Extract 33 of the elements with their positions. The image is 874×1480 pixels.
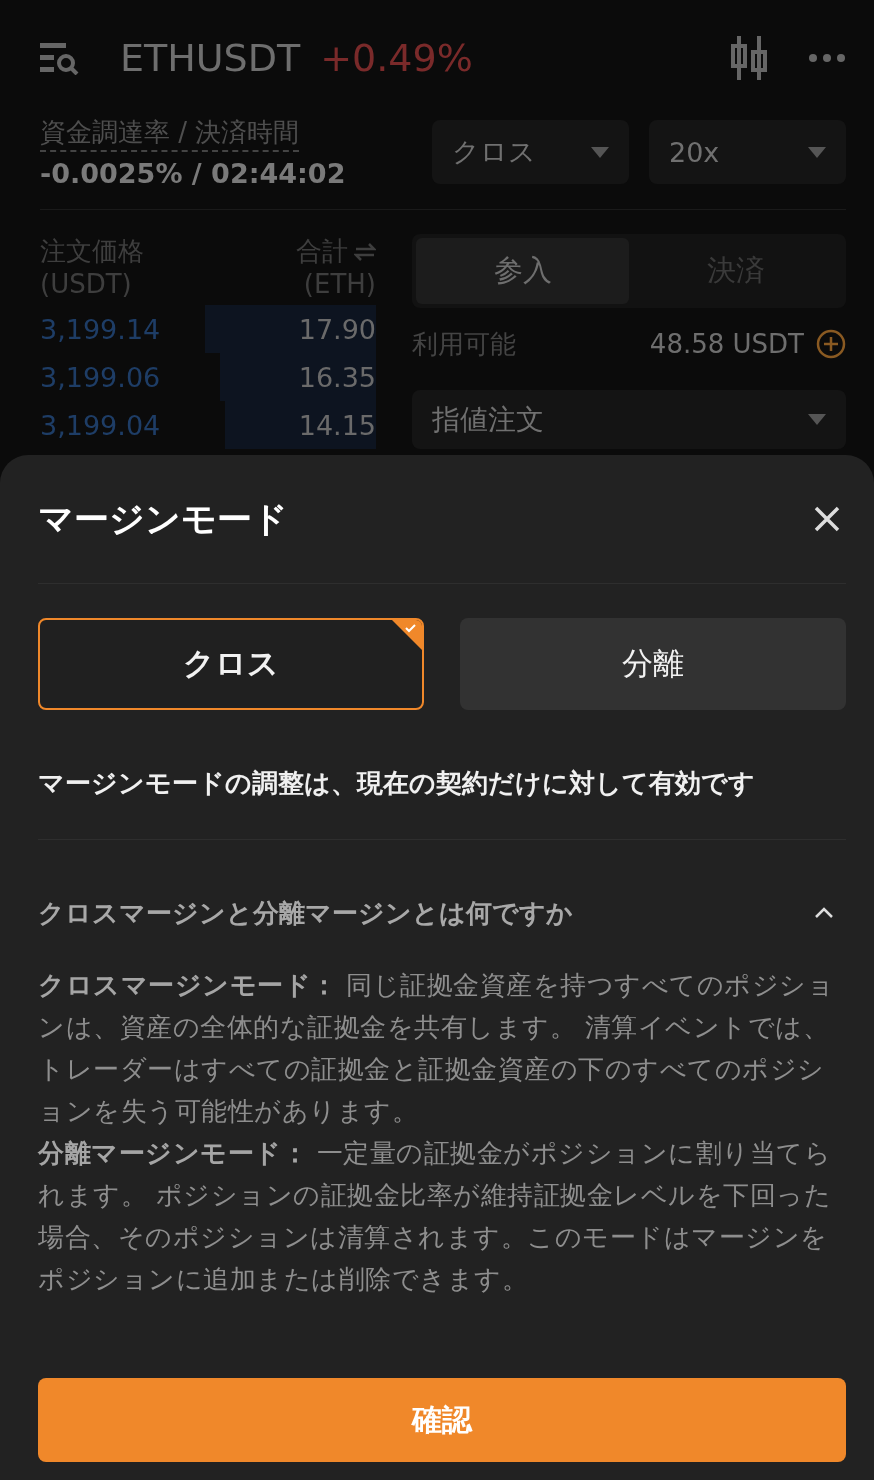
funding-label[interactable]: 資金調達率 / 決済時間	[40, 115, 300, 152]
sheet-title: マージンモード	[38, 497, 288, 541]
order-total: 14.15	[298, 409, 376, 441]
confirm-button[interactable]: 確認	[38, 1378, 846, 1462]
more-icon[interactable]	[808, 52, 846, 63]
faq-toggle[interactable]: クロスマージンと分離マージンとは何ですか	[38, 876, 846, 950]
dropdown-caret-icon	[808, 414, 826, 425]
order-total: 16.35	[298, 361, 376, 393]
faq-paragraph: 分離マージンモード： 一定量の証拠金がポジションに割り当てられます。 ポジションの証拠金比率が維持証拠金レベルを下回った場合、そのポジションは清算されます。このモードはマージンをポジションに追加または削除できます。	[38, 1137, 833, 1296]
dropdown[interactable]: クロス	[432, 120, 629, 184]
margin-mode-note: マージンモードの調整は、現在の契約だけに対して有効です	[38, 767, 756, 800]
symbol-name: ETHUSDT	[120, 35, 301, 80]
available-value: 48.58 USDT	[649, 329, 804, 359]
margin-mode-option[interactable]: 分離	[460, 618, 846, 710]
menu-search-icon[interactable]	[40, 40, 80, 75]
dropdown[interactable]: 20x	[649, 120, 846, 184]
order-price: 3,199.14	[40, 313, 161, 345]
add-icon[interactable]	[816, 329, 846, 359]
order-type-dropdown[interactable]: 指値注文	[412, 390, 846, 449]
order-total: 17.90	[298, 313, 376, 345]
available-label: 利用可能	[412, 327, 516, 361]
dropdown-caret-icon	[808, 146, 826, 158]
margin-mode-option[interactable]: クロス	[38, 618, 424, 710]
candlestick-chart-icon[interactable]	[730, 35, 768, 80]
swap-icon[interactable]	[354, 242, 376, 261]
check-corner-icon	[392, 620, 422, 650]
faq-paragraph: クロスマージンモード： 同じ証拠金資産を持つすべてのポジションは、資産の全体的な証拠金を共有します。 清算イベントでは、トレーダーはすべての証拠金と証拠金資産の下のすべてのポジションを失う可能性があります。	[38, 969, 836, 1128]
order-price: 3,199.04	[40, 409, 161, 441]
price-change: +0.49%	[320, 35, 473, 80]
funding-value: -0.0025% / 02:44:02	[40, 158, 347, 189]
trade-tab[interactable]: 参入	[416, 238, 629, 304]
order-price: 3,199.06	[40, 361, 161, 393]
dropdown-caret-icon	[591, 146, 609, 158]
